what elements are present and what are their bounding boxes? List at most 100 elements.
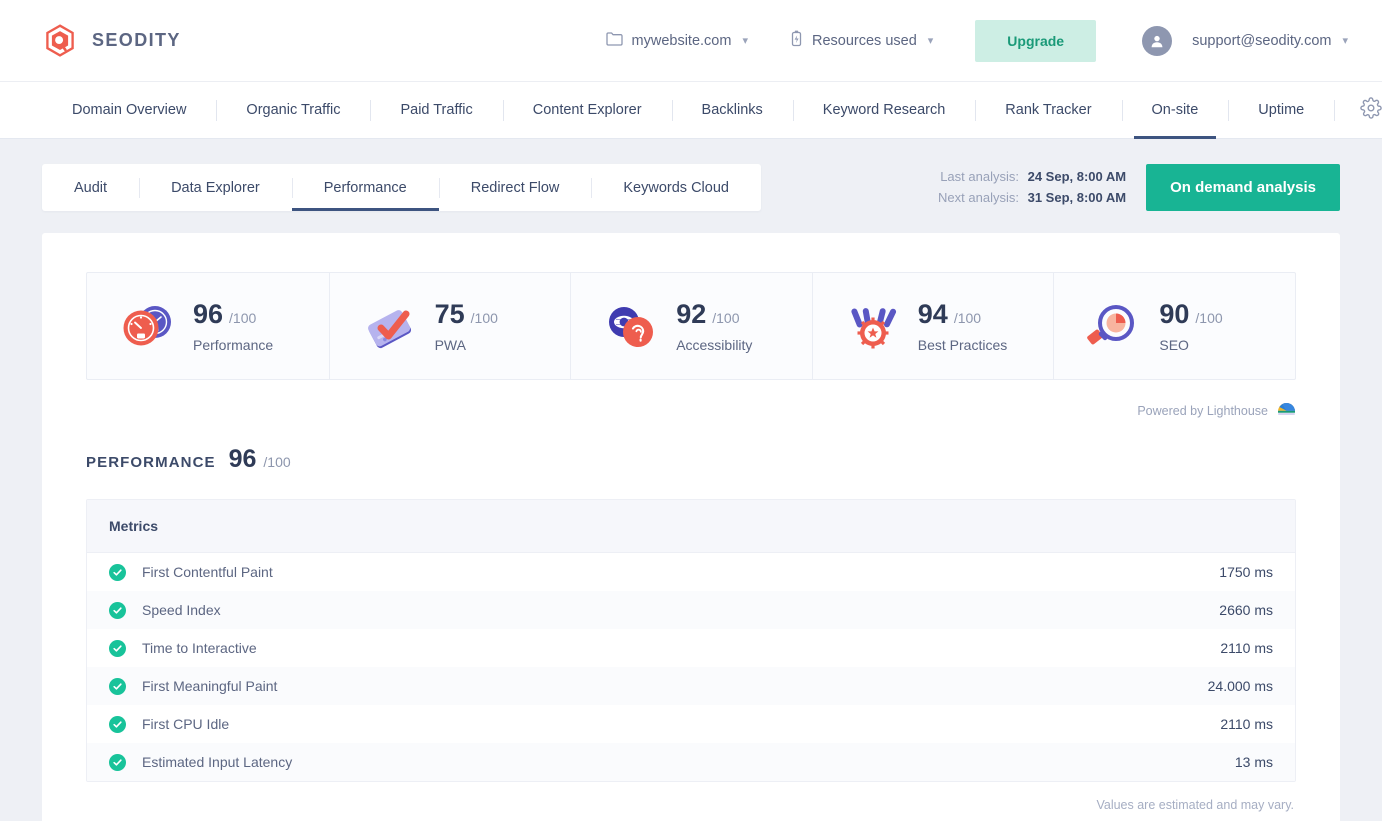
score-text: 90 /100 SEO — [1159, 299, 1222, 353]
last-analysis-label: Last analysis: — [940, 169, 1019, 185]
metric-value: 13 ms — [1234, 754, 1273, 770]
table-row[interactable]: Time to Interactive 2110 ms — [87, 629, 1295, 667]
metric-value: 1750 ms — [1219, 564, 1273, 580]
gear-icon — [1360, 96, 1382, 124]
site-selector[interactable]: mywebsite.com ▾ — [605, 31, 748, 50]
metrics-note: Values are estimated and may vary. — [1096, 798, 1294, 812]
metric-value: 2110 ms — [1220, 640, 1273, 656]
score-label: Best Practices — [917, 337, 1008, 353]
score-denominator: /100 — [712, 310, 740, 326]
brand[interactable]: SEODITY — [0, 23, 181, 59]
metric-name: First Contentful Paint — [142, 564, 273, 580]
resources-used[interactable]: Resources used ▾ — [790, 30, 933, 52]
performance-heading: PERFORMANCE 96 /100 — [86, 445, 1296, 474]
last-analysis-value: 24 Sep, 8:00 AM — [1027, 169, 1127, 185]
score-label: SEO — [1159, 337, 1189, 353]
table-row[interactable]: First Contentful Paint 1750 ms — [87, 553, 1295, 591]
metrics-table-header: Metrics — [87, 500, 1295, 553]
metric-name: First CPU Idle — [142, 716, 230, 732]
nav-item-uptime[interactable]: Uptime — [1228, 82, 1334, 138]
tab-label: Performance — [323, 179, 407, 196]
settings-button[interactable] — [1334, 82, 1382, 138]
resources-used-label: Resources used — [811, 32, 917, 49]
sub-tabs: Audit Data Explorer Performance Redirect… — [42, 164, 761, 211]
metric-name: Estimated Input Latency — [142, 754, 293, 770]
nav-label: Content Explorer — [532, 102, 642, 118]
nav-label: Uptime — [1258, 102, 1305, 118]
nav-label: Keyword Research — [822, 102, 946, 118]
score-card-performance[interactable]: 96 /100 Performance — [87, 273, 329, 379]
tab-label: Data Explorer — [171, 179, 260, 196]
score-value: 75 — [434, 299, 465, 329]
score-value-line: 92 /100 — [676, 299, 752, 330]
score-value-line: 75 /100 — [435, 299, 498, 330]
nav-item-rank-tracker[interactable]: Rank Tracker — [975, 82, 1121, 138]
score-card-seo[interactable]: 90 /100 SEO — [1053, 273, 1295, 379]
check-circle-icon — [109, 677, 126, 695]
metric-name: Time to Interactive — [142, 640, 257, 656]
powered-by-lighthouse: Powered by Lighthouse — [86, 402, 1296, 419]
score-text: 92 /100 Accessibility — [676, 299, 752, 353]
tab-redirect-flow[interactable]: Redirect Flow — [438, 164, 592, 211]
score-value: 94 — [917, 299, 948, 329]
score-denominator: /100 — [229, 310, 257, 326]
score-value: 92 — [676, 299, 707, 329]
next-analysis-value: 31 Sep, 8:00 AM — [1027, 189, 1127, 205]
score-value-line: 94 /100 — [918, 299, 1007, 330]
tab-data-explorer[interactable]: Data Explorer — [139, 164, 292, 211]
tab-label: Audit — [74, 179, 108, 196]
table-row[interactable]: First CPU Idle 2110 ms — [87, 705, 1295, 743]
score-value-line: 90 /100 — [1159, 299, 1222, 330]
nav-item-domain-overview[interactable]: Domain Overview — [42, 82, 216, 138]
score-card-accessibility[interactable]: 92 /100 Accessibility — [570, 273, 812, 379]
table-row[interactable]: Speed Index 2660 ms — [87, 591, 1295, 629]
performance-score-value: 96 — [228, 445, 257, 473]
nav-label: Backlinks — [701, 102, 763, 118]
analysis-block: Last analysis: 24 Sep, 8:00 AM Next anal… — [938, 164, 1340, 211]
nav-item-paid-traffic[interactable]: Paid Traffic — [370, 82, 502, 138]
score-label: PWA — [434, 337, 466, 353]
on-demand-analysis-button[interactable]: On demand analysis — [1146, 164, 1340, 211]
tab-keywords-cloud[interactable]: Keywords Cloud — [591, 164, 761, 211]
nav-label: Organic Traffic — [246, 102, 341, 118]
avatar — [1142, 25, 1173, 56]
check-circle-icon — [109, 639, 126, 657]
tab-performance[interactable]: Performance — [291, 164, 439, 211]
metrics-table: Metrics First Contentful Paint 1750 ms S… — [86, 499, 1296, 782]
check-circle-icon — [109, 715, 126, 733]
tab-audit[interactable]: Audit — [42, 164, 139, 211]
medal-icon — [842, 300, 904, 352]
nav-item-content-explorer[interactable]: Content Explorer — [502, 82, 672, 138]
nav-label: Paid Traffic — [400, 102, 473, 118]
top-bar-right: mywebsite.com ▾ Resources used ▾ Upgrade — [605, 19, 1382, 62]
table-row[interactable]: First Meaningful Paint 24.000 ms — [87, 667, 1295, 705]
metric-value: 24.000 ms — [1207, 678, 1273, 694]
battery-icon — [790, 30, 803, 52]
analysis-meta: Last analysis: 24 Sep, 8:00 AM Next anal… — [938, 167, 1126, 207]
table-row[interactable]: Estimated Input Latency 13 ms — [87, 743, 1295, 781]
next-analysis: Next analysis: 31 Sep, 8:00 AM — [938, 188, 1126, 208]
score-label: Performance — [193, 337, 274, 353]
score-card-pwa[interactable]: 75 /100 PWA — [328, 273, 571, 379]
nav-item-keyword-research[interactable]: Keyword Research — [792, 82, 976, 138]
nav-item-on-site[interactable]: On-site — [1121, 82, 1229, 139]
main-nav: Domain Overview Organic Traffic Paid Tra… — [0, 82, 1382, 139]
check-circle-icon — [109, 563, 126, 581]
score-card-best-practices[interactable]: 94 /100 Best Practices — [811, 273, 1054, 379]
next-analysis-label: Next analysis: — [938, 189, 1019, 205]
score-value: 96 — [193, 299, 224, 329]
score-value: 90 — [1159, 299, 1190, 329]
user-menu[interactable]: support@seodity.com ▾ — [1142, 25, 1348, 56]
score-strip: 96 /100 Performance 75 /100 PWA 92 /100 … — [86, 272, 1296, 380]
upgrade-button[interactable]: Upgrade — [975, 19, 1097, 62]
magnifier-chart-icon — [1083, 300, 1145, 352]
score-label: Accessibility — [676, 337, 753, 353]
performance-card: 96 /100 Performance 75 /100 PWA 92 /100 … — [42, 233, 1340, 821]
tab-label: Redirect Flow — [470, 179, 560, 196]
nav-item-organic-traffic[interactable]: Organic Traffic — [216, 82, 370, 138]
user-email: support@seodity.com — [1192, 32, 1332, 49]
nav-item-backlinks[interactable]: Backlinks — [671, 82, 793, 138]
metric-value: 2110 ms — [1220, 716, 1273, 732]
metric-name: Speed Index — [142, 602, 221, 618]
lighthouse-icon — [1277, 402, 1296, 419]
